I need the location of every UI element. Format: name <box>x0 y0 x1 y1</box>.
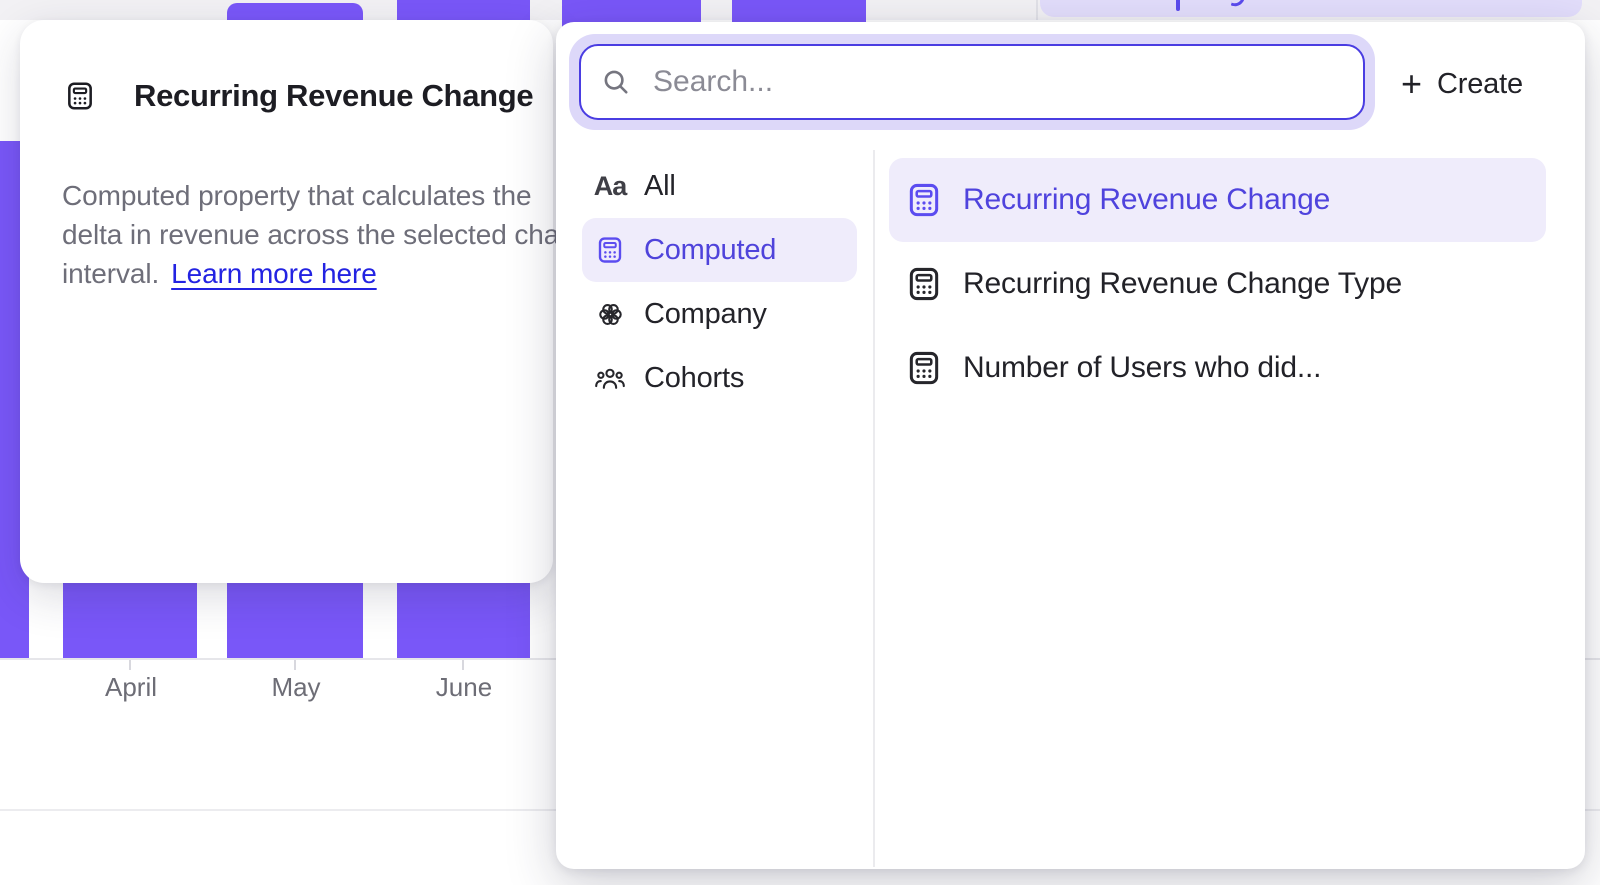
property-picker-panel: + Create Aa All <box>556 22 1585 869</box>
create-button[interactable]: + Create <box>1401 56 1523 112</box>
search-box[interactable] <box>579 44 1365 120</box>
search-focus-ring <box>569 34 1375 130</box>
category-item-company[interactable]: Company <box>582 282 857 346</box>
calculator-icon <box>905 348 943 388</box>
tooltip-title: Recurring Revenue Change <box>134 78 533 114</box>
calculator-icon <box>905 180 943 220</box>
calculator-icon <box>905 264 943 304</box>
tooltip-description-line: Computed property that calculates the <box>62 176 576 215</box>
screen: April May June Recurring Revenue Ch <box>0 0 1600 885</box>
category-label: Computed <box>644 234 776 267</box>
pill-text-fragment <box>1231 0 1245 8</box>
x-axis-label-april: April <box>105 672 157 703</box>
category-label: Cohorts <box>644 362 744 395</box>
tooltip-description-prefix: interval. <box>62 258 159 289</box>
chart-gridline <box>1036 0 1038 20</box>
selected-property-pill-cropped[interactable] <box>1040 0 1582 17</box>
result-item-recurring-revenue-change[interactable]: Recurring Revenue Change <box>889 158 1546 242</box>
tooltip-description-line: interval. Learn more here <box>62 254 576 293</box>
search-input[interactable] <box>653 65 1343 99</box>
result-label: Recurring Revenue Change Type <box>963 267 1402 301</box>
x-axis-label-june: June <box>436 672 492 703</box>
company-cluster-icon <box>594 299 626 330</box>
category-item-cohorts[interactable]: Cohorts <box>582 346 857 410</box>
result-label: Recurring Revenue Change <box>963 183 1330 217</box>
tooltip-description-line: delta in revenue across the selected cha… <box>62 215 576 254</box>
category-list: Aa All Computed <box>582 154 857 410</box>
property-tooltip-card: Recurring Revenue Change Computed proper… <box>20 20 553 583</box>
category-item-computed[interactable]: Computed <box>582 218 857 282</box>
search-icon <box>601 67 631 97</box>
category-label: All <box>644 170 676 203</box>
result-item-recurring-revenue-change-type[interactable]: Recurring Revenue Change Type <box>889 242 1546 326</box>
plus-icon: + <box>1401 66 1422 102</box>
pill-text-fragment <box>1176 0 1180 11</box>
cohorts-people-icon <box>594 364 626 392</box>
result-item-number-of-users-who-did[interactable]: Number of Users who did... <box>889 326 1546 410</box>
calculator-icon <box>594 234 626 266</box>
category-label: Company <box>644 298 767 331</box>
learn-more-link[interactable]: Learn more here <box>171 258 377 289</box>
result-label: Number of Users who did... <box>963 351 1321 385</box>
text-format-icon: Aa <box>594 171 626 202</box>
calculator-icon <box>64 72 96 120</box>
result-list: Recurring Revenue Change Recurrin <box>889 158 1546 410</box>
create-button-label: Create <box>1437 68 1523 101</box>
x-axis-tick <box>462 660 464 670</box>
tooltip-description: Computed property that calculates the de… <box>62 176 576 293</box>
x-axis-tick <box>294 660 296 670</box>
x-axis-label-may: May <box>271 672 320 703</box>
x-axis-tick <box>129 660 131 670</box>
category-item-all[interactable]: Aa All <box>582 154 857 218</box>
panel-divider-line <box>873 150 875 867</box>
